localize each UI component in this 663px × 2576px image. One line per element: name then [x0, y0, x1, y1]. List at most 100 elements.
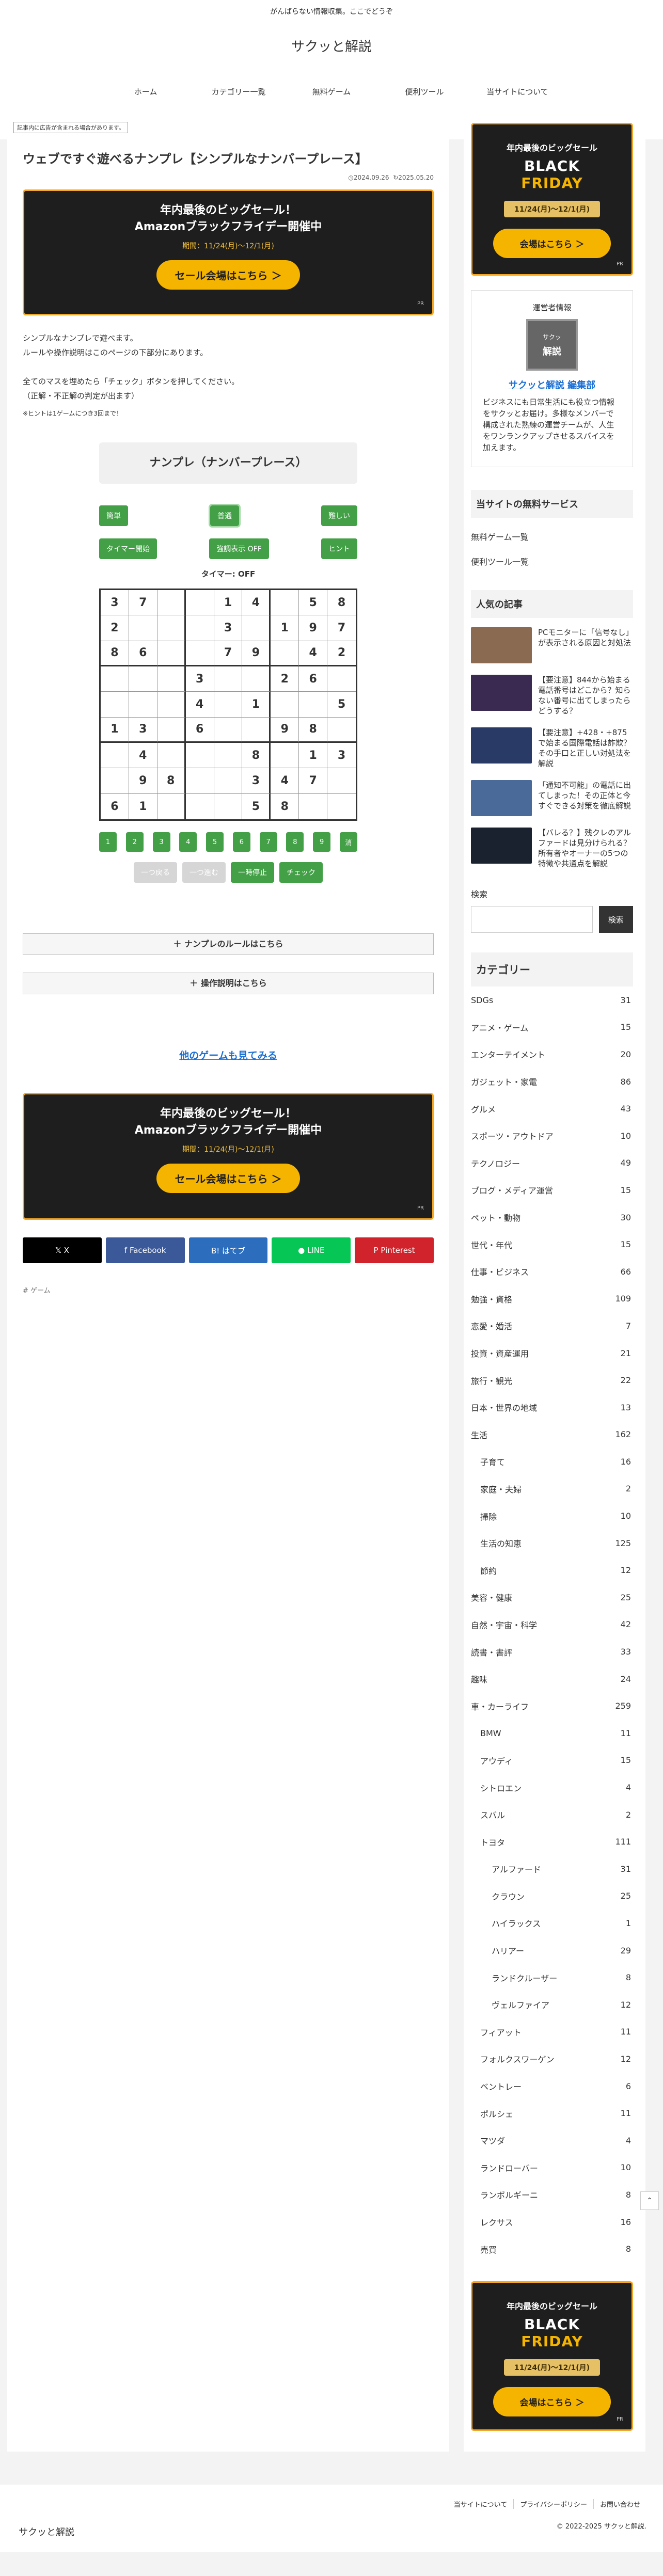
sudoku-cell[interactable]: [271, 641, 299, 666]
share-pinterest-button[interactable]: P Pinterest: [355, 1237, 434, 1263]
category-item[interactable]: 恋愛・婚活 7: [471, 1312, 633, 1340]
category-item[interactable]: 読書・書評 33: [471, 1638, 633, 1665]
popular-item[interactable]: 【バレる？】残クレのアルファードは見分けられる？所有者やオーナーの5つの特徴や共…: [471, 828, 633, 869]
redo-button[interactable]: 一つ進む: [182, 862, 226, 883]
category-item[interactable]: ランドローバー 10: [471, 2154, 633, 2182]
sudoku-cell[interactable]: 3: [185, 666, 214, 692]
nav-item-free-games[interactable]: 無料ゲーム: [285, 86, 378, 97]
category-item[interactable]: 生活の知恵 125: [471, 1530, 633, 1557]
sudoku-cell[interactable]: [157, 590, 186, 616]
sudoku-cell[interactable]: 5: [327, 692, 356, 718]
sudoku-cell[interactable]: [242, 615, 271, 641]
sudoku-cell[interactable]: [185, 768, 214, 794]
sudoku-cell[interactable]: [327, 666, 356, 692]
howto-toggle[interactable]: ＋ 操作説明はこちら: [23, 973, 434, 994]
sudoku-cell[interactable]: 8: [157, 768, 186, 794]
sudoku-cell[interactable]: 1: [214, 590, 243, 616]
category-item[interactable]: アウディ 15: [471, 1747, 633, 1774]
sudoku-cell[interactable]: [129, 615, 157, 641]
popular-thumbnail[interactable]: [471, 780, 532, 816]
sudoku-cell[interactable]: 3: [242, 768, 271, 794]
sudoku-cell[interactable]: 9: [242, 641, 271, 666]
free-games-link[interactable]: 無料ゲーム一覧: [471, 530, 633, 543]
difficulty-hard-button[interactable]: 難しい: [321, 505, 357, 526]
category-item[interactable]: グルメ 43: [471, 1095, 633, 1122]
sudoku-cell[interactable]: 9: [299, 615, 328, 641]
sudoku-cell[interactable]: [242, 666, 271, 692]
erase-button[interactable]: 消: [339, 832, 357, 852]
sudoku-cell[interactable]: 8: [299, 717, 328, 743]
category-item[interactable]: スバル 2: [471, 1801, 633, 1828]
popular-item[interactable]: 「通知不可能」の電話に出てしまった！その正体と今すぐできる対策を徹底解説: [471, 780, 633, 816]
share-hatena-button[interactable]: B! はてブ: [188, 1237, 268, 1263]
sudoku-cell[interactable]: 1: [101, 717, 129, 743]
sudoku-cell[interactable]: [185, 641, 214, 666]
bf-venue-button[interactable]: 会場はこちら ＞: [493, 2387, 611, 2416]
category-item[interactable]: 勉強・資格 109: [471, 1285, 633, 1313]
popular-title[interactable]: 【要注意】844から始まる電話番号はどこから？知らない番号に出てしまったらどうす…: [538, 675, 633, 716]
category-item[interactable]: レクサス 16: [471, 2208, 633, 2236]
sudoku-cell[interactable]: [214, 742, 243, 769]
sudoku-cell[interactable]: [271, 590, 299, 616]
popular-thumbnail[interactable]: [471, 727, 532, 764]
number-button-8[interactable]: 8: [286, 832, 304, 852]
sudoku-cell[interactable]: [101, 742, 129, 769]
sudoku-cell[interactable]: [129, 692, 157, 718]
category-item[interactable]: 美容・健康 25: [471, 1584, 633, 1611]
category-item[interactable]: ベントレー 6: [471, 2073, 633, 2100]
number-button-2[interactable]: 2: [125, 832, 144, 852]
sudoku-cell[interactable]: [242, 717, 271, 743]
sudoku-cell[interactable]: [186, 793, 214, 819]
share-line-button[interactable]: ● LINE: [272, 1237, 351, 1263]
category-item[interactable]: 日本・世界の地域 13: [471, 1394, 633, 1421]
sudoku-cell[interactable]: 6: [299, 666, 328, 692]
category-item[interactable]: ヴェルファイア 12: [471, 1991, 633, 2018]
category-item[interactable]: 趣味 24: [471, 1665, 633, 1693]
sudoku-cell[interactable]: [214, 793, 243, 819]
sudoku-cell[interactable]: [157, 692, 186, 718]
category-item[interactable]: ランボルギーニ 8: [471, 2181, 633, 2208]
sudoku-cell[interactable]: [157, 641, 186, 666]
sudoku-cell[interactable]: 7: [327, 615, 356, 641]
category-item[interactable]: ペット・動物 30: [471, 1204, 633, 1231]
category-item[interactable]: フォルクスワーゲン 12: [471, 2045, 633, 2073]
undo-button[interactable]: 一つ戻る: [134, 862, 177, 883]
sudoku-cell[interactable]: 3: [101, 590, 129, 616]
number-button-7[interactable]: 7: [259, 832, 277, 852]
category-item[interactable]: エンターテイメント 20: [471, 1041, 633, 1068]
sidebar-ad-bottom[interactable]: 年内最後のビッグセール BLACK FRIDAY 11/24(月)〜12/1(月…: [471, 2281, 633, 2431]
number-button-5[interactable]: 5: [206, 832, 224, 852]
sudoku-cell[interactable]: [327, 794, 356, 819]
category-item[interactable]: 生活 162: [471, 1421, 633, 1449]
sudoku-cell[interactable]: 2: [327, 641, 356, 666]
sudoku-cell[interactable]: 7: [299, 768, 328, 794]
sudoku-cell[interactable]: 8: [327, 590, 356, 616]
number-button-4[interactable]: 4: [179, 832, 197, 852]
category-item[interactable]: 投資・資産運用 21: [471, 1340, 633, 1367]
chevron-up-icon[interactable]: ⌃: [640, 2191, 659, 2210]
category-item[interactable]: 世代・年代 15: [471, 1231, 633, 1258]
author-name-link[interactable]: サクッと解説 編集部: [483, 378, 621, 391]
sudoku-cell[interactable]: 5: [299, 590, 328, 616]
sudoku-cell[interactable]: 1: [129, 793, 157, 819]
number-button-9[interactable]: 9: [313, 832, 331, 852]
category-item[interactable]: 掃除 10: [471, 1502, 633, 1530]
sudoku-cell[interactable]: [157, 666, 186, 692]
sudoku-cell[interactable]: [185, 590, 214, 616]
category-item[interactable]: スポーツ・アウトドア 10: [471, 1122, 633, 1150]
category-item[interactable]: テクノロジー 49: [471, 1150, 633, 1177]
category-item[interactable]: 旅行・観光 22: [471, 1366, 633, 1394]
sudoku-cell[interactable]: [214, 717, 243, 743]
sudoku-cell[interactable]: [129, 666, 157, 692]
sudoku-cell[interactable]: 6: [185, 717, 214, 743]
site-title[interactable]: サクッと解説: [0, 36, 663, 55]
category-item[interactable]: アニメ・ゲーム 15: [471, 1014, 633, 1041]
popular-title[interactable]: 「通知不可能」の電話に出てしまった！その正体と今すぐできる対策を徹底解説: [538, 780, 633, 816]
popular-title[interactable]: 【バレる？】残クレのアルファードは見分けられる？所有者やオーナーの5つの特徴や共…: [538, 828, 633, 869]
sudoku-cell[interactable]: 8: [271, 793, 299, 819]
sudoku-cell[interactable]: 7: [214, 641, 243, 666]
sudoku-cell[interactable]: 8: [242, 742, 271, 769]
search-input[interactable]: [471, 906, 593, 933]
sudoku-cell[interactable]: [271, 742, 299, 769]
check-button[interactable]: チェック: [279, 862, 323, 883]
